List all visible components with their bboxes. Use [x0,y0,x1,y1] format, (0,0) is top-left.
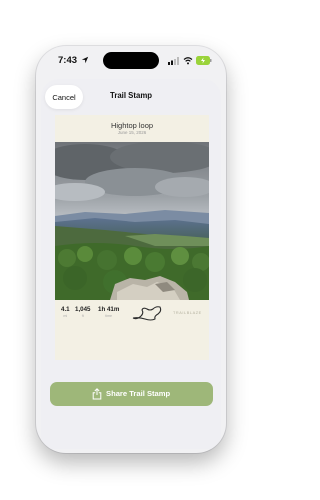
stat-elevation-label: ft [81,314,84,318]
stat-duration-label: time [105,314,113,318]
route-path-icon [132,306,162,321]
stat-elevation-value: 1,045 [75,306,91,313]
share-button-label: Share Trail Stamp [106,389,171,398]
share-trail-stamp-button[interactable]: Share Trail Stamp [50,382,213,406]
sheet-title: Trail Stamp [109,91,153,100]
phone-frame: 7:43 Cancel Trail Stamp Hightop loop Jun… [36,46,226,453]
stat-distance: 4.1 mi [61,306,70,318]
trail-name: Hightop loop [110,121,154,130]
trail-date: June 15, 2026 [117,130,147,135]
location-arrow-icon [81,56,89,64]
stat-distance-label: mi [63,314,68,318]
status-time: 7:43 [58,55,78,66]
stat-duration: 1h 41m time [98,306,119,318]
trail-stamp-card: Hightop loop June 15, 2026 4.1 mi 1,045 … [55,115,209,360]
mountain-overlook-photo [55,142,209,300]
wifi-icon [183,57,193,65]
status-bar: 7:43 [36,46,226,76]
trail-stats: 4.1 mi 1,045 ft 1h 41m time TRAILBLAZE [55,300,209,332]
signal-icon [168,57,179,65]
battery-charging-icon [196,56,212,65]
trail-stamp-sheet: Cancel Trail Stamp Hightop loop June 15,… [41,79,221,449]
dynamic-island [103,52,159,69]
share-icon [92,388,102,400]
sheet-nav-bar: Cancel Trail Stamp [41,79,221,119]
stat-duration-value: 1h 41m [98,306,120,313]
brand-mark: TRAILBLAZE [173,311,202,315]
stat-distance-value: 4.1 [61,306,70,313]
stat-elevation: 1,045 ft [75,306,90,318]
